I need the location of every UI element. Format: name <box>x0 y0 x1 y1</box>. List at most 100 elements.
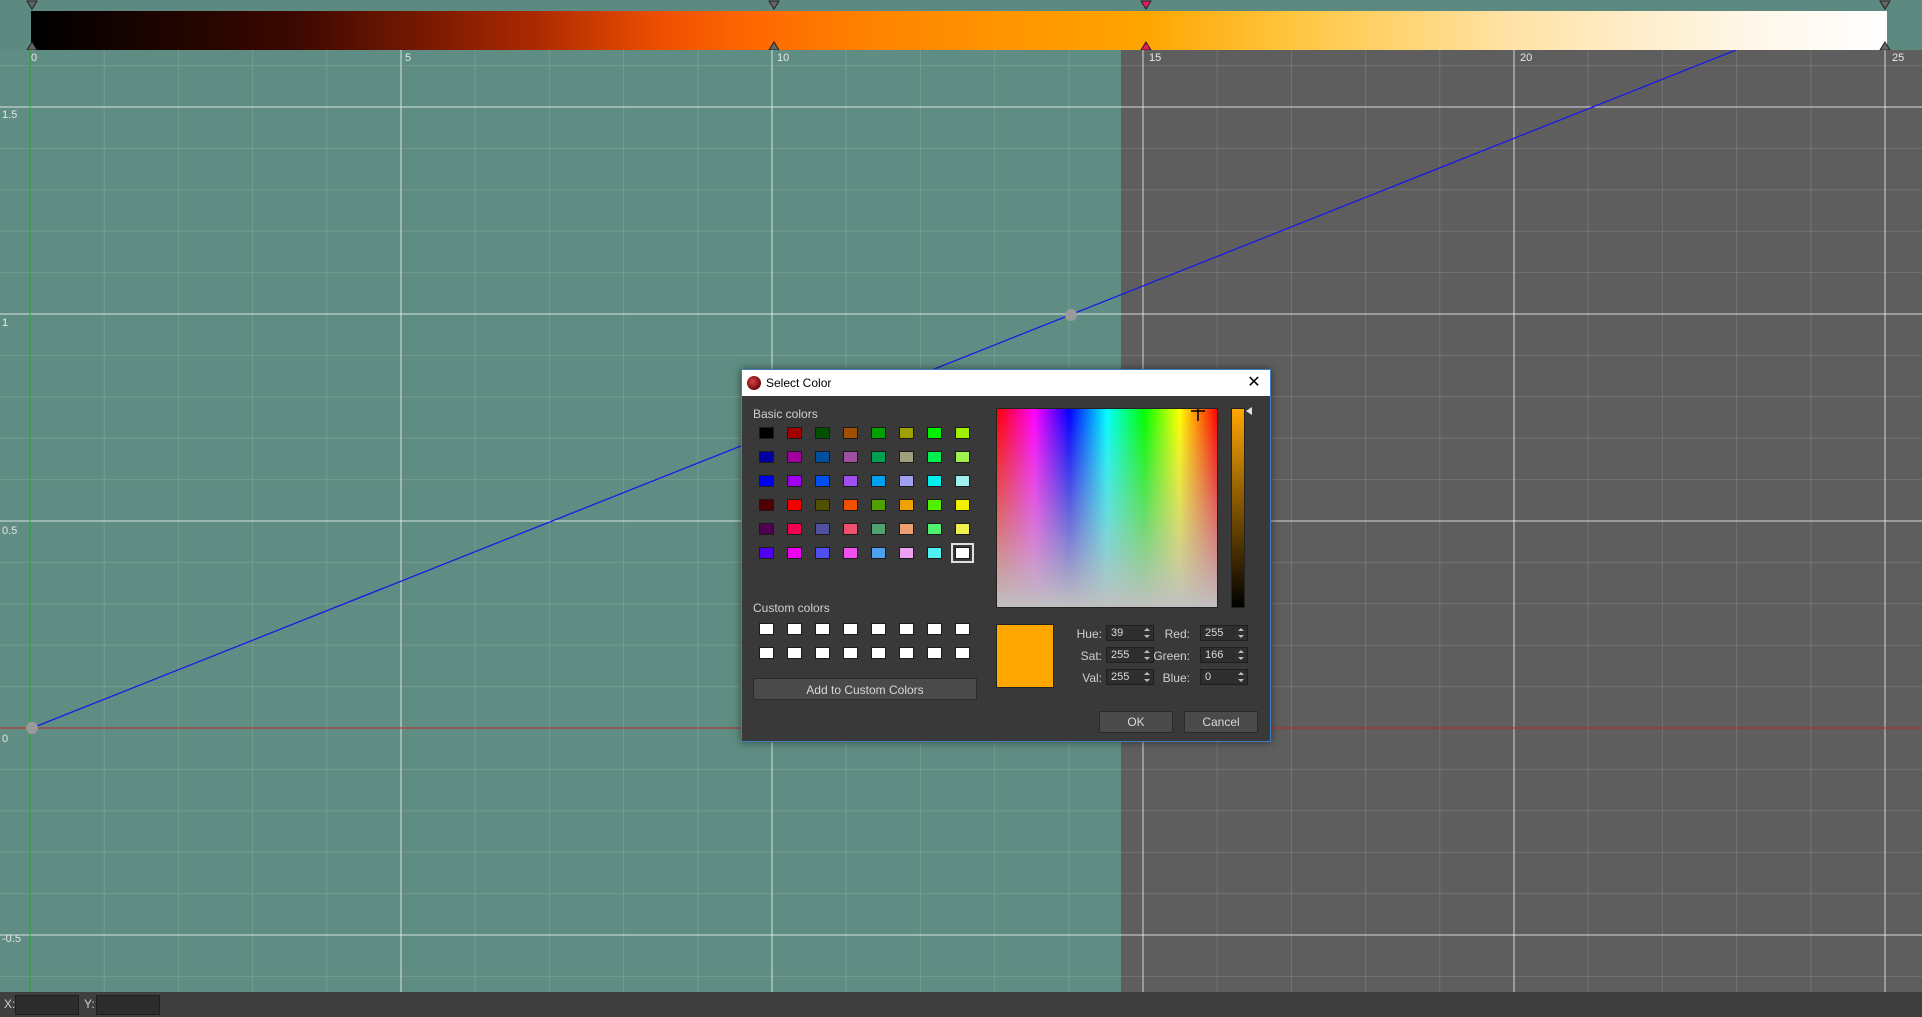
value-slider[interactable] <box>1231 408 1245 608</box>
basic-color-swatch[interactable] <box>815 427 830 439</box>
custom-color-swatch[interactable] <box>843 623 858 635</box>
custom-color-swatch[interactable] <box>759 623 774 635</box>
gradient-stop-marker-selected[interactable] <box>1140 0 1152 10</box>
y-coord-field[interactable] <box>96 995 160 1015</box>
custom-colors-label: Custom colors <box>753 601 830 615</box>
gradient-stop-marker[interactable] <box>26 0 38 10</box>
close-button[interactable]: ✕ <box>1238 370 1270 396</box>
spin-arrows-icon[interactable] <box>1235 626 1247 640</box>
basic-color-swatch[interactable] <box>899 427 914 439</box>
custom-color-swatch[interactable] <box>787 647 802 659</box>
custom-color-swatch[interactable] <box>815 647 830 659</box>
custom-color-swatch[interactable] <box>759 647 774 659</box>
basic-color-swatch[interactable] <box>815 451 830 463</box>
custom-color-swatch[interactable] <box>871 647 886 659</box>
x-coord-field[interactable] <box>15 995 79 1015</box>
basic-color-swatch[interactable] <box>843 451 858 463</box>
spin-arrows-icon[interactable] <box>1235 648 1247 662</box>
basic-color-swatch[interactable] <box>843 499 858 511</box>
basic-color-swatch[interactable] <box>955 523 970 535</box>
basic-color-swatch[interactable] <box>899 523 914 535</box>
basic-color-swatch[interactable] <box>843 427 858 439</box>
curve-keyframe[interactable] <box>26 722 38 734</box>
custom-color-swatch[interactable] <box>955 623 970 635</box>
hue-saturation-picker[interactable] <box>996 408 1218 608</box>
basic-color-swatch[interactable] <box>787 451 802 463</box>
basic-color-swatch[interactable] <box>899 475 914 487</box>
value-slider-arrow-icon[interactable] <box>1245 406 1253 416</box>
gradient-editor-bar[interactable] <box>0 0 1922 51</box>
curve-keyframe[interactable] <box>1065 309 1077 321</box>
add-to-custom-colors-button[interactable]: Add to Custom Colors <box>753 678 977 700</box>
custom-color-swatch[interactable] <box>871 623 886 635</box>
basic-color-swatch[interactable] <box>899 547 914 559</box>
gradient-strip[interactable] <box>31 11 1887 50</box>
basic-color-swatch[interactable] <box>955 499 970 511</box>
basic-color-swatch[interactable] <box>927 475 942 487</box>
custom-color-swatch[interactable] <box>787 623 802 635</box>
basic-color-swatch[interactable] <box>955 427 970 439</box>
basic-color-swatch[interactable] <box>759 547 774 559</box>
y-tick-label: -0.5 <box>2 933 21 945</box>
basic-color-swatch[interactable] <box>843 475 858 487</box>
custom-color-swatch[interactable] <box>899 623 914 635</box>
basic-color-swatch[interactable] <box>787 523 802 535</box>
basic-color-swatch[interactable] <box>815 523 830 535</box>
basic-color-swatch[interactable] <box>815 499 830 511</box>
green-spinbox[interactable]: 166 <box>1200 647 1248 663</box>
basic-color-swatch[interactable] <box>871 451 886 463</box>
blue-spinbox[interactable]: 0 <box>1200 669 1248 685</box>
basic-color-swatch[interactable] <box>899 499 914 511</box>
basic-color-swatch[interactable] <box>871 475 886 487</box>
basic-color-swatch[interactable] <box>815 547 830 559</box>
basic-color-swatch[interactable] <box>843 547 858 559</box>
basic-color-swatch[interactable] <box>871 427 886 439</box>
basic-color-swatch[interactable] <box>951 543 974 563</box>
basic-color-swatch[interactable] <box>927 499 942 511</box>
basic-colors-label: Basic colors <box>753 407 818 421</box>
basic-color-swatch[interactable] <box>955 475 970 487</box>
dialog-titlebar[interactable]: Select Color ✕ <box>742 370 1270 396</box>
custom-color-swatch[interactable] <box>927 647 942 659</box>
ok-button[interactable]: OK <box>1099 711 1173 733</box>
dialog-title: Select Color <box>766 376 832 390</box>
basic-color-swatch[interactable] <box>759 499 774 511</box>
x-tick-label: 10 <box>777 52 789 64</box>
basic-color-swatch[interactable] <box>787 475 802 487</box>
gradient-stop-marker[interactable] <box>768 0 780 10</box>
basic-color-swatch[interactable] <box>871 523 886 535</box>
spin-arrows-icon[interactable] <box>1235 670 1247 684</box>
basic-color-swatch[interactable] <box>759 523 774 535</box>
basic-color-swatch[interactable] <box>787 547 802 559</box>
x-tick-label: 15 <box>1149 52 1161 64</box>
basic-color-swatch[interactable] <box>843 523 858 535</box>
gradient-stop-marker[interactable] <box>1879 0 1891 10</box>
basic-color-swatch[interactable] <box>955 451 970 463</box>
cancel-button[interactable]: Cancel <box>1184 711 1258 733</box>
basic-color-swatch[interactable] <box>787 499 802 511</box>
basic-color-swatch[interactable] <box>927 547 942 559</box>
red-spinbox[interactable]: 255 <box>1200 625 1248 641</box>
basic-color-swatch[interactable] <box>759 451 774 463</box>
custom-color-swatch[interactable] <box>815 623 830 635</box>
basic-color-swatch[interactable] <box>759 475 774 487</box>
blue-value: 0 <box>1205 671 1212 683</box>
basic-color-swatch[interactable] <box>899 451 914 463</box>
app-icon <box>747 376 761 390</box>
basic-color-swatch[interactable] <box>927 427 942 439</box>
basic-color-swatch[interactable] <box>871 499 886 511</box>
basic-color-swatch[interactable] <box>871 547 886 559</box>
basic-color-swatch[interactable] <box>815 475 830 487</box>
color-preview <box>996 624 1054 688</box>
basic-color-swatch[interactable] <box>927 451 942 463</box>
custom-color-swatch[interactable] <box>927 623 942 635</box>
custom-color-swatch[interactable] <box>843 647 858 659</box>
red-value: 255 <box>1205 627 1224 639</box>
basic-color-swatch[interactable] <box>927 523 942 535</box>
basic-color-swatch[interactable] <box>787 427 802 439</box>
custom-color-swatch[interactable] <box>899 647 914 659</box>
hue-label: Hue: <box>1076 627 1102 641</box>
custom-color-swatch[interactable] <box>955 647 970 659</box>
basic-color-swatch[interactable] <box>759 427 774 439</box>
val-value: 255 <box>1111 671 1130 683</box>
